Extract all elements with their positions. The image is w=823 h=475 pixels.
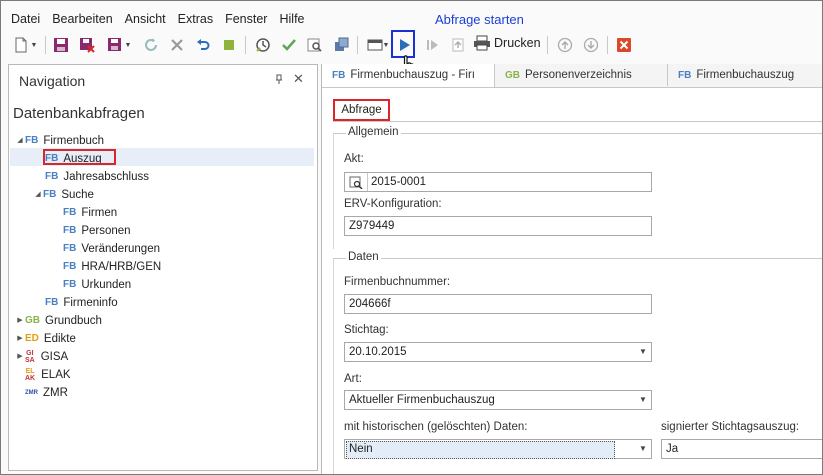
tab-firmenbuchauszug[interactable]: FB Firmenbuchauszug [668, 64, 822, 86]
tree-item-grundbuch[interactable]: ▶ GB Grundbuch [15, 312, 102, 330]
tree-item-urkunden[interactable]: FB Urkunden [63, 276, 131, 294]
chevron-down-icon[interactable]: ▼ [635, 440, 651, 458]
section-title-daten: Daten [346, 251, 381, 263]
tab-firmenbuchauszug-active[interactable]: FB Firmenbuchauszug - Firı [322, 64, 495, 87]
menu-ansicht[interactable]: Ansicht [119, 10, 172, 28]
arrow-up-circle-icon[interactable] [555, 35, 575, 55]
collapsed-arrow-icon[interactable]: ▶ [15, 312, 25, 330]
menu-extras[interactable]: Extras [172, 10, 219, 28]
navigation-panel: Navigation ✕ Datenbankabfragen ◢ FB Firm… [8, 64, 318, 471]
save-close-icon[interactable] [77, 35, 97, 55]
gisa-logo-icon: GI SA [25, 350, 35, 364]
menu-bar: Datei Bearbeiten Ansicht Extras Fenster … [5, 10, 311, 28]
cancel-icon[interactable] [167, 35, 187, 55]
firmenbuchnummer-field[interactable]: 204666f [344, 294, 652, 314]
selected-item-highlight [43, 149, 116, 165]
clock-icon[interactable] [253, 35, 273, 55]
close-icon[interactable]: ✕ [293, 71, 304, 87]
collapsed-arrow-icon[interactable]: ▶ [15, 330, 25, 348]
refresh-icon[interactable] [141, 35, 161, 55]
menu-fenster[interactable]: Fenster [219, 10, 273, 28]
tab-personenverzeichnis[interactable]: GB Personenverzeichnis [495, 64, 668, 86]
art-select[interactable]: Aktueller Firmenbuchauszug ▼ [344, 390, 652, 410]
tree-item-hra-hrb-gen[interactable]: FB HRA/HRB/GEN [63, 258, 161, 276]
database-queries-heading: Datenbankabfragen [13, 105, 145, 122]
checkmark-icon[interactable] [279, 35, 299, 55]
save-as-icon[interactable] [105, 35, 125, 55]
firmenbuchnummer-label: Firmenbuchnummer: [344, 276, 451, 288]
erv-label: ERV-Konfiguration: [344, 198, 442, 210]
menu-datei[interactable]: Datei [5, 10, 46, 28]
elak-logo-icon: EL AK [25, 368, 36, 382]
akt-label: Akt: [344, 153, 364, 165]
zmr-logo-icon: ZMR [25, 390, 38, 396]
stop-icon[interactable] [219, 35, 239, 55]
export-icon[interactable] [331, 35, 351, 55]
document-tabs: FB Firmenbuchauszug - Firı GB Personenverz… [322, 64, 822, 88]
menu-hilfe[interactable]: Hilfe [273, 10, 310, 28]
tree-item-firmenbuch[interactable]: ◢ FB Firmenbuch [15, 132, 104, 150]
step-forward-icon[interactable] [422, 35, 442, 55]
print-label: Drucken [494, 36, 541, 50]
historische-daten-label: mit historischen (gelöschten) Daten: [344, 421, 528, 433]
tree-item-firmen[interactable]: FB Firmen [63, 204, 117, 222]
tree-item-firmeninfo[interactable]: FB Firmeninfo [45, 294, 118, 312]
tree-item-gisa[interactable]: ▶ GI SA GISA [15, 348, 68, 366]
application-window: Datei Bearbeiten Ansicht Extras Fenster … [0, 0, 823, 475]
document-area: FB Firmenbuchauszug - Firı GB Personenverz… [321, 64, 822, 474]
subtab-divider [333, 121, 822, 122]
chevron-down-icon[interactable]: ▼ [635, 391, 651, 409]
tree-item-veraenderungen[interactable]: FB Veränderungen [63, 240, 160, 258]
tree-item-personen[interactable]: FB Personen [63, 222, 131, 240]
chevron-down-icon[interactable]: ▼ [29, 35, 39, 55]
expanded-arrow-icon[interactable]: ◢ [15, 132, 25, 150]
collapsed-arrow-icon[interactable]: ▶ [15, 348, 25, 366]
toolbar: ▼ ▼ ▼ [9, 33, 649, 59]
lookup-icon[interactable] [345, 173, 368, 191]
tree-item-elak[interactable]: EL AK ELAK [25, 366, 71, 384]
expanded-arrow-icon[interactable]: ◢ [33, 186, 43, 204]
printer-icon [474, 35, 490, 51]
undo-icon[interactable] [193, 35, 213, 55]
tree-item-edikte[interactable]: ▶ ED Edikte [15, 330, 76, 348]
signierter-auszug-label: signierter Stichtagsauszug: [661, 421, 800, 433]
historische-daten-value: Nein [346, 441, 615, 459]
signierter-auszug-field[interactable]: Ja [661, 439, 822, 459]
art-label: Art: [344, 373, 362, 385]
menu-bearbeiten[interactable]: Bearbeiten [46, 10, 118, 28]
chevron-down-icon[interactable]: ▼ [381, 35, 391, 55]
upload-icon[interactable] [448, 35, 468, 55]
stichtag-label: Stichtag: [344, 324, 389, 336]
stichtag-combo[interactable]: 20.10.2015 ▼ [344, 342, 652, 362]
search-document-icon[interactable] [305, 35, 325, 55]
akt-field[interactable]: 2015-0001 [344, 172, 652, 192]
chevron-down-icon[interactable]: ▼ [635, 343, 651, 361]
tab-abfrage[interactable]: Abfrage [333, 99, 390, 121]
chevron-down-icon[interactable]: ▼ [123, 35, 133, 55]
print-button[interactable]: Drucken [473, 35, 541, 51]
pin-icon[interactable] [275, 74, 283, 87]
close-red-icon[interactable] [614, 35, 634, 55]
erv-field[interactable]: Z979449 [344, 216, 652, 236]
arrow-down-circle-icon[interactable] [581, 35, 601, 55]
annotation-label: Abfrage starten [435, 12, 524, 27]
tree-item-suche[interactable]: ◢ FB Suche [33, 186, 94, 204]
new-document-icon[interactable] [11, 35, 31, 55]
save-icon[interactable] [51, 35, 71, 55]
tree-item-jahresabschluss[interactable]: FB Jahresabschluss [45, 168, 149, 186]
navigation-title: Navigation [19, 73, 86, 89]
section-title-allgemein: Allgemein [346, 126, 401, 138]
historische-daten-select[interactable]: Nein ▼ [344, 439, 652, 459]
tree-item-zmr[interactable]: ZMR ZMR [25, 384, 68, 402]
